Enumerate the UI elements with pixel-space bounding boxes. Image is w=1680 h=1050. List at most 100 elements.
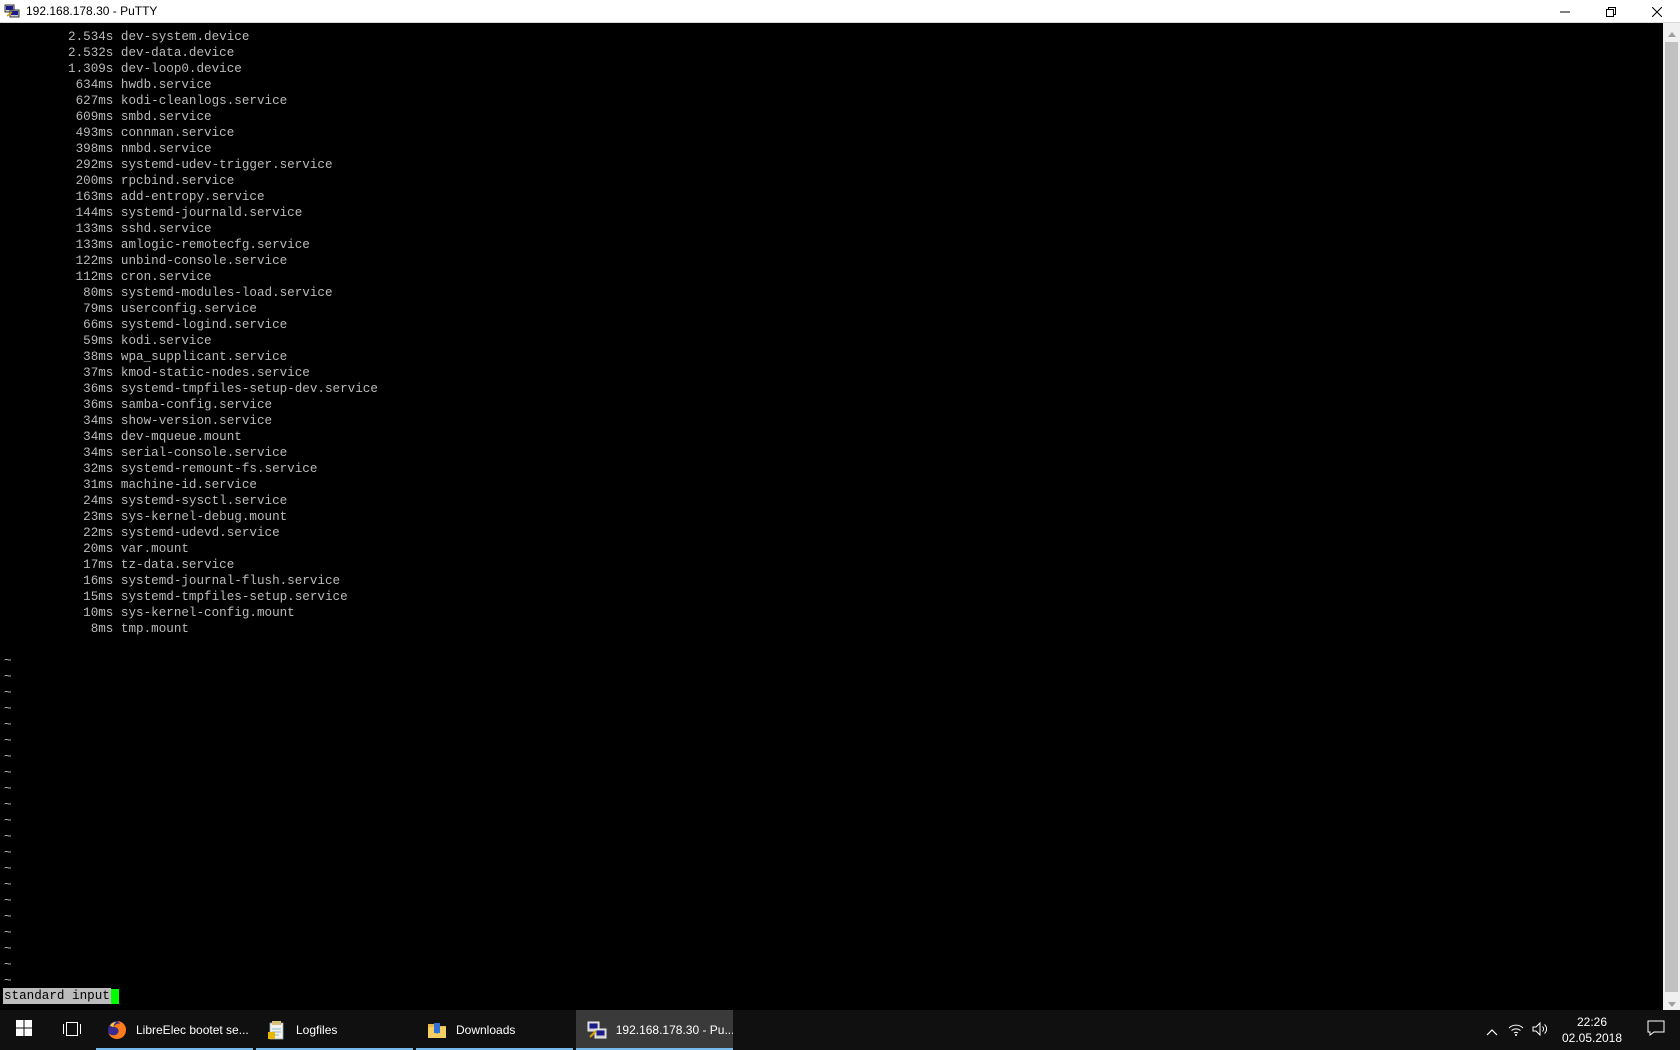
terminal-line: 163ms add-entropy.service [0, 190, 265, 204]
restore-icon [1606, 2, 1616, 21]
pager-empty-lines: ~ ~ ~ ~ ~ ~ ~ ~ ~ ~ ~ ~ ~ ~ ~ ~ ~ ~ ~ ~ ~ [4, 653, 12, 989]
task-view-button[interactable] [48, 1010, 96, 1050]
windows-logo-icon [16, 1020, 32, 1040]
putty-icon[interactable] [3, 2, 21, 20]
terminal-line: 34ms dev-mqueue.mount [0, 430, 242, 444]
terminal-line: 24ms systemd-sysctl.service [0, 494, 288, 508]
terminal-screen[interactable]: 2.534s dev-system.device 2.532s dev-data… [0, 23, 1663, 1010]
folder-icon [426, 1019, 448, 1041]
taskbar-clock[interactable]: 22:26 02.05.2018 [1552, 1014, 1632, 1046]
taskbar: LibreElec bootet se... Logfiles Download… [0, 1010, 1680, 1050]
pager-tilde-line: ~ [4, 718, 12, 732]
firefox-icon [106, 1019, 128, 1041]
terminal-line: 112ms cron.service [0, 270, 212, 284]
pager-tilde-line: ~ [4, 814, 12, 828]
volume-button[interactable] [1528, 1010, 1552, 1050]
scroll-down-button[interactable] [1663, 993, 1680, 1010]
window-titlebar[interactable]: 192.168.178.30 - PuTTY [0, 0, 1680, 23]
pager-tilde-line: ~ [4, 878, 12, 892]
taskbar-item-downloads[interactable]: Downloads [416, 1010, 573, 1050]
terminal-line: 133ms sshd.service [0, 222, 212, 236]
pager-tilde-line: ~ [4, 670, 12, 684]
pager-tilde-line: ~ [4, 846, 12, 860]
terminal-line: 15ms systemd-tmpfiles-setup.service [0, 590, 348, 604]
notification-icon [1647, 1020, 1665, 1040]
terminal-line: 79ms userconfig.service [0, 302, 257, 316]
terminal-line: 627ms kodi-cleanlogs.service [0, 94, 288, 108]
close-icon [1651, 2, 1663, 21]
pager-tilde-line: ~ [4, 958, 12, 972]
taskbar-item-logfiles[interactable]: Logfiles [256, 1010, 413, 1050]
minimize-icon [1560, 2, 1570, 21]
terminal-line: 2.532s dev-data.device [0, 46, 235, 60]
terminal-line: 31ms machine-id.service [0, 478, 257, 492]
start-button[interactable] [0, 1010, 48, 1050]
terminal-scrollbar[interactable] [1663, 23, 1680, 1010]
window-title: 192.168.178.30 - PuTTY [26, 4, 158, 18]
network-button[interactable] [1504, 1010, 1528, 1050]
clock-time: 22:26 [1576, 1015, 1608, 1029]
terminal-line: 634ms hwdb.service [0, 78, 212, 92]
pager-tilde-line: ~ [4, 926, 12, 940]
terminal-cursor [110, 988, 119, 1004]
restore-button[interactable] [1588, 0, 1634, 23]
terminal-line: 37ms kmod-static-nodes.service [0, 366, 310, 380]
taskbar-item-putty[interactable]: 192.168.178.30 - Pu... [576, 1010, 733, 1050]
terminal-line: 10ms sys-kernel-config.mount [0, 606, 295, 620]
volume-icon [1532, 1021, 1548, 1040]
terminal-line: 1.309s dev-loop0.device [0, 62, 242, 76]
terminal-line: 38ms wpa_supplicant.service [0, 350, 288, 364]
network-icon [1508, 1021, 1524, 1040]
taskbar-item-label: Logfiles [296, 1023, 338, 1037]
terminal-line: 16ms systemd-journal-flush.service [0, 574, 341, 588]
pager-tilde-line: ~ [4, 942, 12, 956]
terminal-line: 20ms var.mount [0, 542, 189, 556]
terminal-line: 34ms show-version.service [0, 414, 273, 428]
minimize-button[interactable] [1542, 0, 1588, 23]
taskbar-item-firefox[interactable]: LibreElec bootet se... [96, 1010, 253, 1050]
scroll-thumb[interactable] [1665, 42, 1678, 992]
pager-tilde-line: ~ [4, 766, 12, 780]
pager-tilde-line: ~ [4, 894, 12, 908]
terminal-line: 32ms systemd-remount-fs.service [0, 462, 318, 476]
window-controls [1542, 0, 1680, 23]
terminal-line: 398ms nmbd.service [0, 142, 212, 156]
terminal-line: 144ms systemd-journald.service [0, 206, 303, 220]
pager-tilde-line: ~ [4, 750, 12, 764]
terminal-line: 8ms tmp.mount [0, 622, 189, 636]
scroll-down-arrow-icon [1667, 992, 1676, 1011]
terminal-line: 133ms amlogic-remotecfg.service [0, 238, 310, 252]
pager-status-text: standard input [3, 988, 111, 1004]
clock-date: 02.05.2018 [1561, 1031, 1623, 1045]
action-center-button[interactable] [1632, 1010, 1680, 1050]
terminal-line: 80ms systemd-modules-load.service [0, 286, 333, 300]
scroll-up-button[interactable] [1663, 23, 1680, 40]
terminal-line: 23ms sys-kernel-debug.mount [0, 510, 288, 524]
pager-tilde-line: ~ [4, 702, 12, 716]
scroll-up-arrow-icon [1667, 22, 1676, 41]
terminal-line: 2.534s dev-system.device [0, 30, 250, 44]
system-tray: 22:26 02.05.2018 [1480, 1010, 1680, 1050]
show-hidden-icons-button[interactable] [1480, 1010, 1504, 1050]
terminal-line: 292ms systemd-udev-trigger.service [0, 158, 333, 172]
terminal-line: 609ms smbd.service [0, 110, 212, 124]
terminal-output: 2.534s dev-system.device 2.532s dev-data… [0, 29, 378, 637]
pager-tilde-line: ~ [4, 686, 12, 700]
pager-tilde-line: ~ [4, 654, 12, 668]
notepad-icon [266, 1019, 288, 1041]
terminal-line: 66ms systemd-logind.service [0, 318, 288, 332]
pager-tilde-line: ~ [4, 862, 12, 876]
pager-status-line: standard input [3, 988, 119, 1004]
terminal-line: 34ms serial-console.service [0, 446, 288, 460]
terminal-line: 22ms systemd-udevd.service [0, 526, 280, 540]
pager-tilde-line: ~ [4, 734, 12, 748]
putty-icon [586, 1019, 608, 1041]
pager-tilde-line: ~ [4, 798, 12, 812]
terminal-line: 122ms unbind-console.service [0, 254, 288, 268]
terminal-line: 200ms rpcbind.service [0, 174, 235, 188]
pager-tilde-line: ~ [4, 974, 12, 988]
pager-tilde-line: ~ [4, 910, 12, 924]
terminal-line: 36ms systemd-tmpfiles-setup-dev.service [0, 382, 378, 396]
task-view-icon [63, 1021, 81, 1040]
close-button[interactable] [1634, 0, 1680, 23]
